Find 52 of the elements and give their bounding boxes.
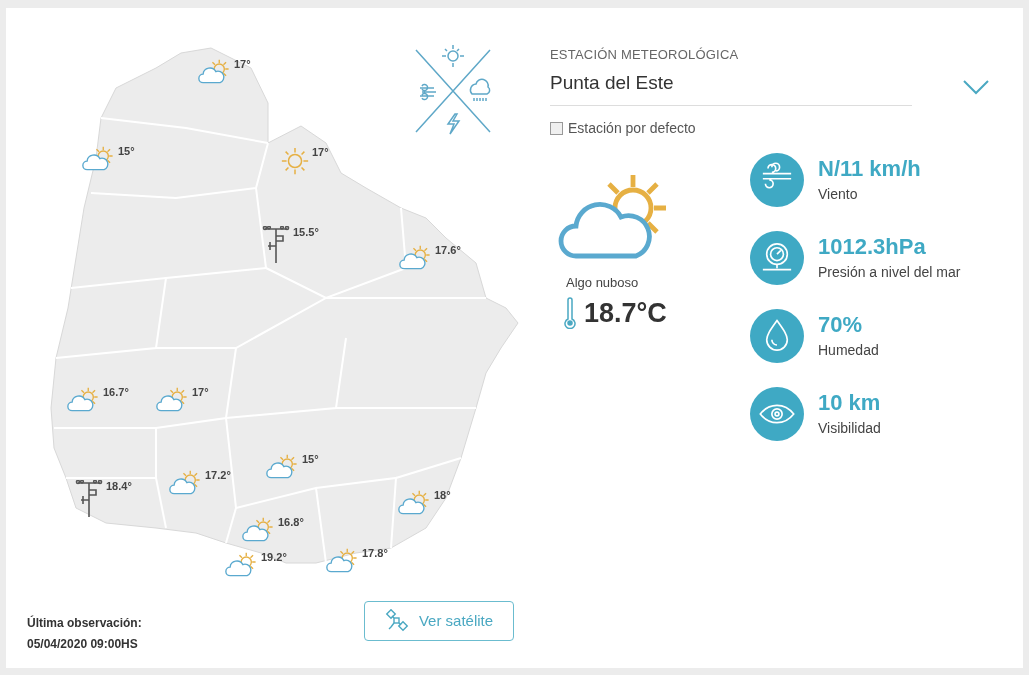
temperature-label: 16.7° [103,385,129,400]
partly-cloudy-icon [242,516,276,544]
temperature-label: 15° [302,452,319,467]
temperature-label: 18.4° [106,479,132,494]
partly-cloudy-icon [67,386,101,414]
metric-value: 70% [818,311,864,338]
metric-value: 10 km [818,389,881,416]
temperature-text: 18.7°C [584,296,667,330]
temperature-label: 17° [234,57,251,72]
weather-logo-icon [414,42,492,136]
eye-icon [750,387,804,441]
last-observation-time: 05/04/2020 09:00HS [27,636,139,653]
temperature-label: 17° [192,385,209,400]
checkbox[interactable] [550,122,563,135]
station-label: ESTACIÓN METEOROLÓGICA [550,46,740,64]
drop-icon [750,309,804,363]
temperature-label: 17.6° [435,243,461,258]
partly-cloudy-icon [326,547,360,575]
last-observation-label: Última observación: [27,614,142,632]
temperature-label: 17° [312,145,329,160]
temperature-label: 17.2° [205,468,231,483]
temperature-label: 17.8° [362,546,388,561]
weather-mast-icon [74,480,104,518]
chevron-down-icon [962,79,990,96]
partly-cloudy-icon [169,469,203,497]
condition-text: Algo nuboso [566,274,640,292]
partly-cloudy-icon [156,386,190,414]
partly-cloudy-icon [398,489,432,517]
partly-cloudy-icon [82,145,116,173]
checkbox-label: Estación por defecto [568,119,696,138]
sun-icon [280,146,310,176]
metric-label: Visibilidad [818,418,881,438]
partly-cloudy-icon [399,244,433,272]
partly-cloudy-icon [225,551,259,579]
temperature-label: 15.5° [293,225,319,240]
satellite-icon [384,609,409,633]
metric-value: 1012.3hPa [818,233,927,260]
wind-icon [750,153,804,207]
station-dropdown[interactable]: Punta del Este [550,68,990,106]
metric-label: Humedad [818,340,879,360]
partly-cloudy-icon [266,453,300,481]
weather-mast-icon [261,226,291,264]
metric-label: Viento [818,184,859,204]
metric-value: N/11 km/h [818,155,921,182]
metric-label: Presión a nivel del mar [818,262,961,282]
temperature-label: 18° [434,488,451,503]
thermometer-icon [564,296,576,329]
temperature-label: 15° [118,144,135,159]
gauge-icon [750,231,804,285]
partly-cloudy-icon [198,58,232,86]
temperature-label: 19.2° [261,550,287,565]
temperature-label: 16.8° [278,515,304,530]
